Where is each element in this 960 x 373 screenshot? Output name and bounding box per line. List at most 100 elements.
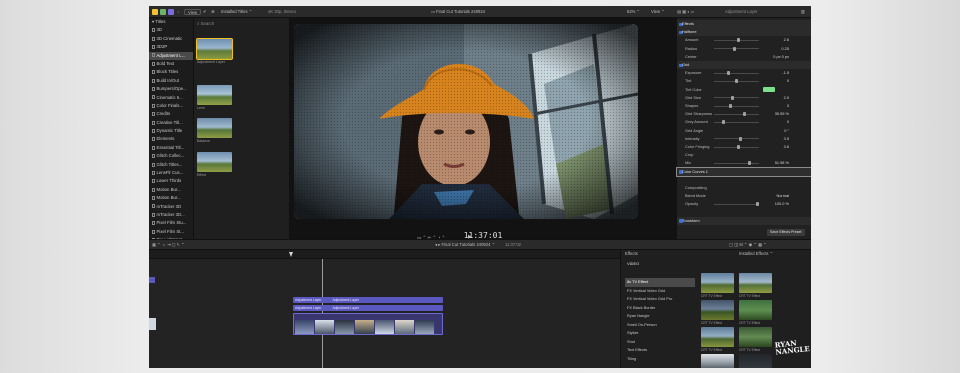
inspector-row[interactable]: Grid Sharpness 35.59 % [677,110,811,118]
slider-knob[interactable] [728,104,732,109]
title-thumb-adjustment-layer[interactable] [196,38,233,60]
title-thumb-balance[interactable] [197,118,232,138]
library-toggle-icon[interactable] [152,9,158,15]
title-thumb-lens[interactable] [197,85,232,105]
slider-knob[interactable] [756,202,759,207]
browser-title[interactable]: Installed Titles ⌃ [221,9,252,15]
search-field[interactable]: ⌕ Search [197,20,214,27]
playhead-marker[interactable] [289,252,293,257]
sidebar-item[interactable]: Cinematic 6... [149,94,193,102]
timeline-tool-icons[interactable]: ▦ ⌃ ⇔ ⇥ ◻ ↖ ⌃ [152,242,185,248]
inspector-row[interactable]: Amount 2.6 [677,36,811,44]
sidebar-item[interactable]: Credits [149,110,193,118]
inspector-row[interactable] [677,176,811,184]
sidebar-item[interactable]: 3D2P [149,43,193,51]
effects-category-item[interactable]: Tiling [625,355,695,364]
inspector-row[interactable]: Opacity 100.0 % [677,200,811,208]
sidebar-item[interactable]: Essential Titl... [149,144,193,152]
effect-thumb[interactable] [739,354,772,368]
sidebar-item[interactable]: Motion Bur... [149,194,193,202]
inspector-row[interactable]: Grey Amount 0 [677,118,811,126]
inspector-slider[interactable] [714,38,759,43]
view-button[interactable]: View [184,9,202,15]
inspector-slider[interactable] [714,112,759,117]
effect-thumb[interactable] [701,354,734,368]
sidebar-item[interactable]: mTracker 3D [149,203,193,211]
inspector-row[interactable]: Grid Angle 0 ° [677,127,811,135]
inspector-row-value[interactable]: 3.5 [763,135,789,143]
installed-effects-select[interactable]: Installed Effects ⌃ [739,251,773,257]
close-circle-icon[interactable]: ⊗ [211,9,215,15]
inspector-row[interactable]: Compositing [677,184,811,192]
sidebar-item[interactable]: Adjustment L... [149,51,193,60]
inspector-row-value[interactable]: 35.59 % [763,110,789,118]
inspector-slider[interactable] [714,161,759,166]
inspector-row-value[interactable]: 3 [763,102,789,110]
effect-thumb[interactable] [701,327,734,347]
slider-knob[interactable] [735,79,738,84]
sidebar-item[interactable]: Motion Bur... [149,186,193,194]
inspector-slider[interactable] [714,71,759,76]
sidebar-item[interactable]: Lower Thirds [149,177,193,185]
sidebar-item[interactable]: Pixel Film St... [149,228,193,236]
effects-category-item[interactable]: Stylize [625,329,695,338]
inspector-row[interactable]: Halftone [677,28,811,37]
inspector-row[interactable]: Mix 51.98 % [677,159,811,167]
inspector-toggle-icon[interactable]: ▥ [801,9,805,15]
sidebar-item[interactable]: Glitch Collec... [149,152,193,160]
inspector-row-value[interactable]: -1.5 [763,69,789,77]
sidebar-item[interactable]: Build In/Out [149,77,193,85]
sidebar-item[interactable]: Glitch Titles... [149,161,193,169]
inspector-row[interactable]: Grid [677,61,811,70]
effect-thumb[interactable] [739,300,772,320]
timeline[interactable]: Adjustment Layer Adjustment Layer Adjust… [149,250,620,368]
inspector-row[interactable]: Exposure -1.5 [677,69,811,77]
inspector-slider[interactable] [714,202,759,207]
sidebar-item[interactable]: mTracker 3D... [149,211,193,219]
inspector-slider[interactable] [714,79,759,84]
inspector-slider[interactable] [714,46,759,51]
inspector-row[interactable]: Tint 0 [677,77,811,85]
inspector-row[interactable] [677,209,811,217]
inspector-slider[interactable] [714,95,759,100]
inspector-row[interactable]: Color Fringing 3.6 [677,143,811,151]
sidebar-item[interactable]: Bumpers/Ope... [149,85,193,93]
inspector-row-value[interactable]: 100.0 % [763,200,789,208]
inspector-row[interactable]: Radius 0.25 [677,45,811,53]
tint-color-swatch[interactable] [763,87,775,93]
import-icon[interactable]: ↓ [177,9,179,15]
zoom-select[interactable]: 62% ⌃ [627,9,640,15]
slider-knob[interactable] [737,145,741,150]
inspector-row-value[interactable]: 0 [763,77,789,85]
sidebar-item[interactable]: Dynamic Title [149,127,193,135]
effects-category-item[interactable]: FX Black Border [625,304,695,313]
inspector-row[interactable]: Shapes 3 [677,102,811,110]
effects-category-item[interactable]: Shot [625,338,695,347]
inspector-row[interactable]: Blend Mode Normal [677,192,811,200]
slider-knob[interactable] [743,112,747,117]
sidebar-item[interactable]: LensFlr Cus... [149,169,193,177]
inspector-slider[interactable] [714,104,759,109]
effects-category-item[interactable]: FX Vertical Video Grid Pro [625,295,695,304]
timeline-ruler[interactable] [149,250,620,259]
view-menu[interactable]: View ⌃ [651,9,665,15]
check-icon[interactable]: ✔ [203,9,207,15]
effects-category-item[interactable]: Text Effects [625,346,695,355]
effects-category-item[interactable]: 8x TV Effect [625,278,695,287]
slider-knob[interactable] [730,95,734,100]
effect-thumb[interactable] [739,273,772,293]
inspector-row-value[interactable]: 0 ° [763,127,789,135]
title-thumb-effect[interactable] [197,152,232,172]
inspector-row-value[interactable]: 2.6 [763,36,789,44]
sidebar-item[interactable]: Block Titles [149,68,193,76]
effects-category-item[interactable]: Ryan Nangle [625,312,695,321]
inspector-row[interactable]: Crop [677,151,811,159]
effects-category-item[interactable]: FX Vertical Video Grid [625,287,695,296]
inspector-slider[interactable] [714,136,759,141]
inspector-tab-icons[interactable]: ▤ ▦ ◐ ▱ [677,9,694,15]
timeline-right-icons[interactable]: ▢ ◫ ⊟ ⌃ ◉ ⌃ ▦ ⌃ [729,242,767,248]
inspector-row[interactable]: Grid Size 2.9 [677,94,811,102]
sidebar-item[interactable]: 3D [149,26,193,34]
save-preset-button[interactable]: Save Effects Preset [767,229,805,236]
inspector-row[interactable]: Center 0 px 0 px [677,53,811,61]
